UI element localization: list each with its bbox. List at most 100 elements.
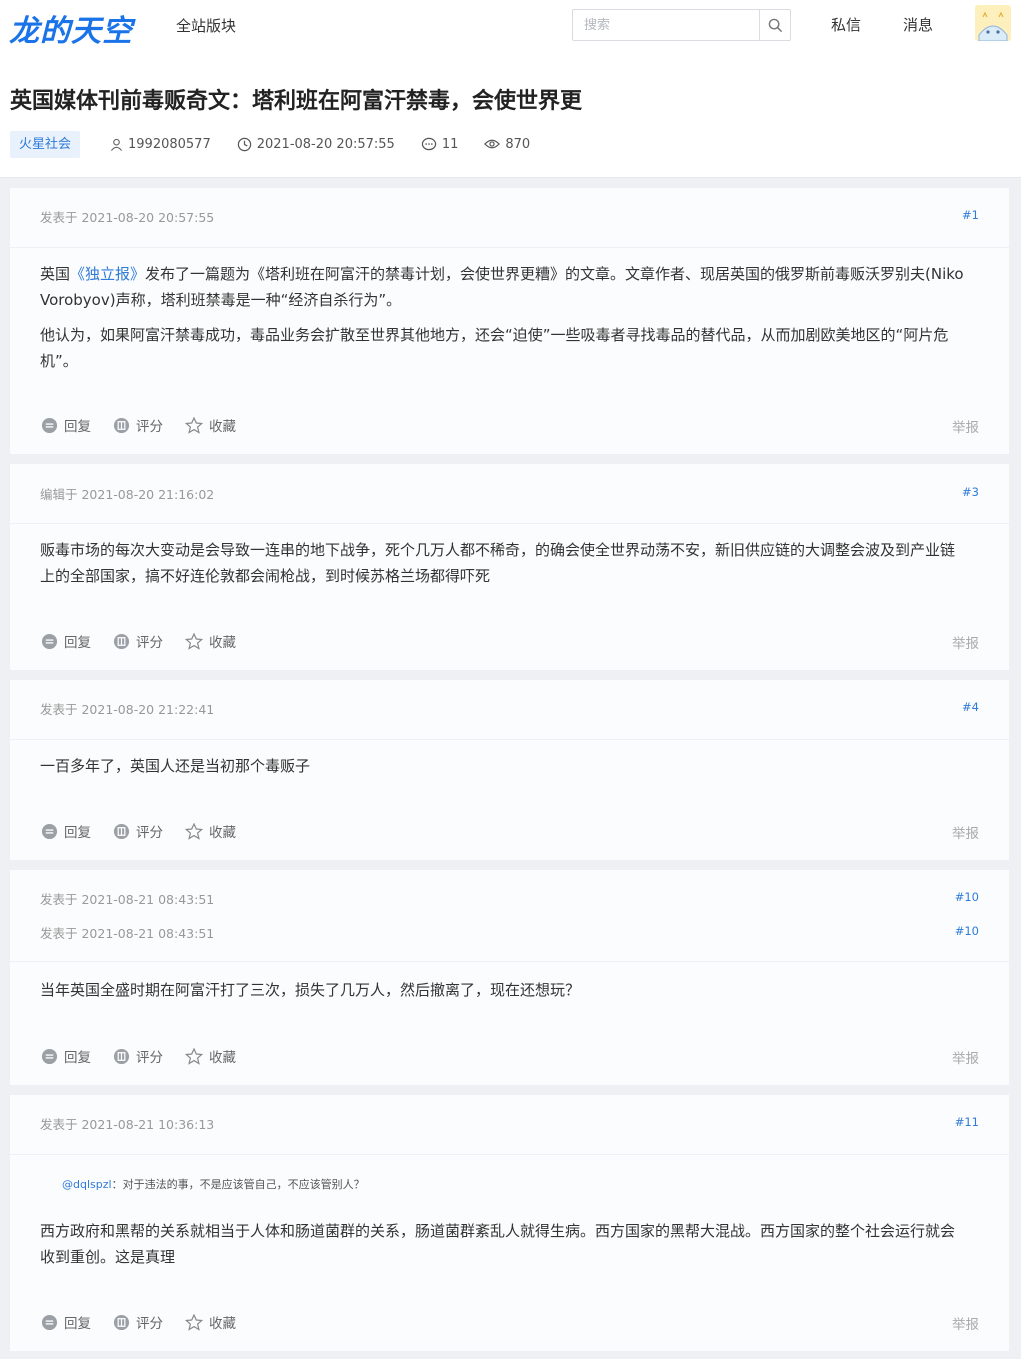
reply-label: 回复 bbox=[64, 635, 91, 651]
star-icon bbox=[185, 632, 203, 650]
post-paragraph: 他认为，如果阿富汗禁毒成功，毒品业务会扩散至世界其他地方，还会“迫使”一些吸毒者… bbox=[40, 326, 949, 370]
forum-tag[interactable]: 火星社会 bbox=[10, 130, 81, 158]
post-time: 发表于 2021-08-20 20:57:55 bbox=[40, 210, 215, 225]
author-meta[interactable]: 1992080577 bbox=[110, 137, 211, 152]
rate-coin-icon bbox=[113, 1048, 130, 1064]
star-icon bbox=[185, 822, 203, 840]
nav-private-message[interactable]: 私信 bbox=[831, 14, 861, 35]
favorite-label: 收藏 bbox=[209, 825, 236, 841]
post-paragraph: 当年英国全盛时期在阿富汗打了三次，损失了几万人，然后撤离了，现在还想玩？ bbox=[40, 981, 581, 999]
rate-coin-icon bbox=[113, 1314, 130, 1330]
comment-icon bbox=[421, 137, 436, 150]
text-fragment: 英国 bbox=[40, 265, 71, 283]
post-1: 发表于 2021-08-20 20:57:55 #1 英国《独立报》发布了一篇题… bbox=[10, 188, 1009, 454]
avatar-image-icon bbox=[975, 5, 1011, 41]
clock-icon bbox=[237, 137, 251, 151]
author-name: 1992080577 bbox=[128, 136, 211, 152]
text-fragment: 发布了一篇题为《塔利班在阿富汗的禁毒计划，会使世界更糟》的文章。文章作者、现居英… bbox=[40, 265, 964, 309]
time-meta: 2021-08-20 20:57:55 bbox=[237, 137, 395, 152]
report-button[interactable]: 举报 bbox=[952, 632, 979, 652]
post-floor-number[interactable]: #11 bbox=[955, 1115, 979, 1129]
post-4: 发表于 2021-08-20 21:22:41 #4 一百多年了，英国人还是当初… bbox=[10, 680, 1009, 860]
favorite-button[interactable]: 收藏 bbox=[185, 821, 236, 841]
post-actions: 回复 评分 收藏 bbox=[41, 415, 258, 435]
post-time: 2021-08-20 20:57:55 bbox=[256, 136, 395, 152]
post-paragraph: 西方政府和黑帮的关系就相当于人体和肠道菌群的关系，肠道菌群紊乱人就得生病。西方国… bbox=[40, 1222, 956, 1266]
quoted-text: ：对于违法的事，不是应该管自己，不应该管别人？ bbox=[111, 1178, 365, 1191]
rate-button[interactable]: 评分 bbox=[113, 415, 163, 435]
avatar[interactable] bbox=[975, 5, 1011, 41]
favorite-button[interactable]: 收藏 bbox=[185, 415, 236, 435]
quoted-user-link[interactable]: @dqlspzl bbox=[62, 1178, 112, 1191]
reply-label: 回复 bbox=[64, 1316, 91, 1332]
post-body: 一百多年了，英国人还是当初那个毒贩子 bbox=[40, 753, 969, 788]
post-floor-number[interactable]: #4 bbox=[962, 700, 979, 714]
post-body: 当年英国全盛时期在阿富汗打了三次，损失了几万人，然后撤离了，现在还想玩？ bbox=[40, 977, 969, 1012]
post-header: 发表于 2021-08-21 10:36:13 #11 bbox=[10, 1095, 1009, 1155]
favorite-button[interactable]: 收藏 bbox=[185, 1046, 236, 1066]
post-actions: 回复 评分 收藏 bbox=[41, 1312, 258, 1332]
report-button[interactable]: 举报 bbox=[952, 1313, 979, 1333]
rate-button[interactable]: 评分 bbox=[113, 1312, 163, 1332]
reply-icon bbox=[41, 1314, 58, 1330]
reply-button[interactable]: 回复 bbox=[41, 821, 91, 841]
rate-button[interactable]: 评分 bbox=[113, 631, 163, 651]
post-body: 西方政府和黑帮的关系就相当于人体和肠道菌群的关系，肠道菌群紊乱人就得生病。西方国… bbox=[40, 1218, 969, 1279]
view-count: 870 bbox=[505, 136, 531, 152]
search-button[interactable] bbox=[759, 10, 790, 40]
site-logo[interactable]: 龙的天空 bbox=[9, 6, 133, 50]
report-button[interactable]: 举报 bbox=[952, 1047, 979, 1067]
report-button[interactable]: 举报 bbox=[952, 822, 979, 842]
reply-count: 11 bbox=[441, 136, 459, 152]
favorite-label: 收藏 bbox=[209, 635, 236, 651]
report-button[interactable]: 举报 bbox=[952, 416, 979, 436]
reply-label: 回复 bbox=[64, 825, 91, 841]
rate-coin-icon bbox=[113, 417, 130, 433]
post-floor-number[interactable]: #10 bbox=[955, 890, 979, 904]
star-icon bbox=[185, 1047, 203, 1065]
rate-button[interactable]: 评分 bbox=[113, 1046, 163, 1066]
reply-icon bbox=[41, 1048, 58, 1064]
favorite-button[interactable]: 收藏 bbox=[185, 631, 236, 651]
page-header: 龙的天空 全站版块 私信 消息 英国媒体刊前毒贩奇文：塔利班在阿富汗禁毒，会使世… bbox=[0, 0, 1021, 178]
reply-button[interactable]: 回复 bbox=[41, 415, 91, 435]
rate-label: 评分 bbox=[136, 825, 163, 841]
reply-button[interactable]: 回复 bbox=[41, 1046, 91, 1066]
post-time-duplicate: 发表于 2021-08-21 08:43:51 bbox=[40, 926, 215, 941]
quoted-reply: @dqlspzl：对于违法的事，不是应该管自己，不应该管别人？ bbox=[62, 1176, 365, 1192]
favorite-button[interactable]: 收藏 bbox=[185, 1312, 236, 1332]
post-floor-number-duplicate[interactable]: #10 bbox=[955, 924, 979, 938]
favorite-label: 收藏 bbox=[209, 419, 236, 435]
post-body: 贩毒市场的每次大变动是会导致一连串的地下战争，死个几万人都不稀奇，的确会使全世界… bbox=[40, 537, 969, 598]
post-10: 发表于 2021-08-21 08:43:51 #10 发表于 2021-08-… bbox=[10, 870, 1009, 1085]
nav-all-boards[interactable]: 全站版块 bbox=[176, 15, 236, 36]
rate-label: 评分 bbox=[136, 419, 163, 435]
reply-count-meta: 11 bbox=[421, 136, 459, 152]
thread-title: 英国媒体刊前毒贩奇文：塔利班在阿富汗禁毒，会使世界更 bbox=[10, 89, 583, 114]
post-body: 英国《独立报》发布了一篇题为《塔利班在阿富汗的禁毒计划，会使世界更糟》的文章。文… bbox=[40, 261, 969, 383]
post-floor-number[interactable]: #1 bbox=[962, 208, 979, 222]
post-time: 发表于 2021-08-21 08:43:51 bbox=[40, 892, 215, 907]
post-floor-number[interactable]: #3 bbox=[962, 485, 979, 499]
rate-button[interactable]: 评分 bbox=[113, 821, 163, 841]
reply-icon bbox=[41, 417, 58, 433]
post-paragraph: 一百多年了，英国人还是当初那个毒贩子 bbox=[40, 757, 311, 775]
reply-button[interactable]: 回复 bbox=[41, 1312, 91, 1332]
rate-coin-icon bbox=[113, 823, 130, 839]
search-box bbox=[572, 9, 791, 41]
rate-label: 评分 bbox=[136, 635, 163, 651]
reply-button[interactable]: 回复 bbox=[41, 631, 91, 651]
post-actions: 回复 评分 收藏 bbox=[41, 1046, 258, 1066]
favorite-label: 收藏 bbox=[209, 1316, 236, 1332]
post-time: 发表于 2021-08-21 10:36:13 bbox=[40, 1117, 215, 1132]
post-header: 编辑于 2021-08-20 21:16:02 #3 bbox=[10, 464, 1009, 524]
nav-notifications[interactable]: 消息 bbox=[903, 14, 933, 35]
reply-label: 回复 bbox=[64, 419, 91, 435]
search-input[interactable] bbox=[573, 10, 760, 40]
source-link[interactable]: 《独立报》 bbox=[70, 265, 145, 283]
reply-label: 回复 bbox=[64, 1050, 91, 1066]
eye-icon bbox=[484, 139, 501, 149]
rate-label: 评分 bbox=[136, 1050, 163, 1066]
rate-label: 评分 bbox=[136, 1316, 163, 1332]
star-icon bbox=[185, 1313, 203, 1331]
